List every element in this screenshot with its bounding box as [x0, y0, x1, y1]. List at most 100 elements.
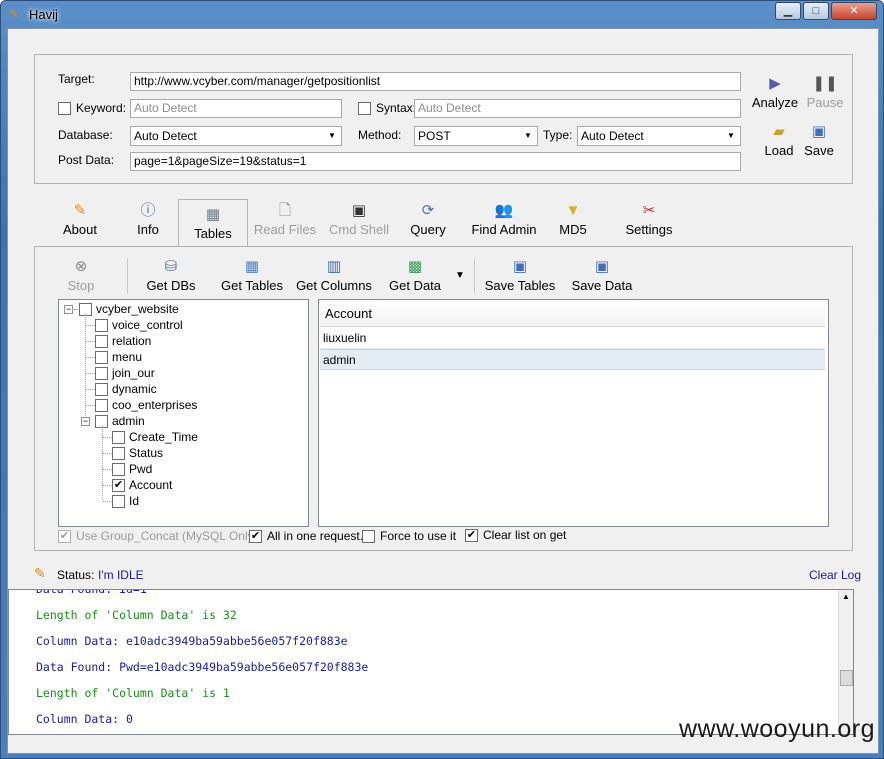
data-grid[interactable]: Account liuxuelin admin — [318, 299, 829, 527]
tree-checkbox[interactable]: ✔ — [112, 479, 125, 493]
grid-header-account[interactable]: Account — [320, 301, 825, 327]
tree-checkbox[interactable] — [95, 399, 108, 413]
target-input[interactable]: http://www.vcyber.com/manager/getpositio… — [130, 72, 741, 91]
tree-line — [86, 325, 95, 326]
postdata-label: Post Data: — [58, 153, 115, 167]
postdata-input[interactable]: page=1&pageSize=19&status=1 — [130, 152, 741, 171]
type-select[interactable]: Auto Detect ▼ — [577, 126, 741, 146]
tree-checkbox[interactable] — [95, 335, 108, 349]
method-select[interactable]: POST ▼ — [414, 126, 538, 146]
method-value: POST — [418, 129, 451, 143]
tree-root-db[interactable]: vcyber_website — [79, 302, 179, 317]
get-tables-button[interactable]: ▦ Get Tables — [215, 258, 289, 293]
tree-table-item[interactable]: coo_enterprises — [95, 398, 197, 413]
tab-info[interactable]: ⓘ Info — [128, 202, 168, 237]
tree-column-item[interactable]: Status — [112, 446, 163, 461]
table-icon: ▦ — [244, 258, 260, 275]
tree-table-item[interactable]: voice_control — [95, 318, 183, 333]
table-row[interactable]: liuxuelin — [320, 328, 825, 349]
collapse-icon[interactable]: − — [64, 305, 73, 314]
tree-checkbox[interactable] — [95, 351, 108, 365]
database-value: Auto Detect — [134, 129, 197, 143]
tree-checkbox[interactable] — [112, 431, 125, 445]
clear-list-checkbox[interactable]: ✔ — [465, 529, 478, 542]
group-concat-checkbox[interactable]: ✔ — [58, 530, 71, 543]
syntax-input[interactable]: Auto Detect — [414, 99, 741, 118]
database-select[interactable]: Auto Detect ▼ — [130, 126, 342, 146]
tree-line — [86, 357, 95, 358]
folder-open-icon: ▰ — [773, 123, 785, 140]
tree-table-item[interactable]: join_our — [95, 366, 155, 381]
tree-line — [86, 405, 95, 406]
chevron-down-icon: ▼ — [524, 131, 532, 140]
tab-cmd-shell[interactable]: ▣ Cmd Shell — [326, 202, 392, 237]
tab-find-admin[interactable]: 👥 Find Admin — [468, 202, 540, 237]
syntax-label: Syntax: — [376, 101, 417, 115]
tree-checkbox[interactable] — [112, 447, 125, 461]
tab-md5[interactable]: ▼ MD5 — [553, 202, 593, 237]
method-label: Method: — [358, 128, 402, 142]
tree-column-item[interactable]: Pwd — [112, 462, 152, 477]
minimize-button[interactable]: ▁ — [775, 2, 801, 20]
save-tables-button[interactable]: ▣ Save Tables — [483, 258, 557, 293]
stop-icon: ⊗ — [74, 258, 88, 275]
stop-button[interactable]: ⊗ Stop — [55, 258, 107, 293]
watermark-text: www.wooyun.org — [679, 715, 875, 743]
tab-about[interactable]: ✎ About — [52, 202, 108, 237]
load-button[interactable]: ▰ Load — [755, 123, 803, 158]
app-window: ✎ Havij ▁ □ ✕ Target: http://www.vcyber.… — [0, 0, 884, 759]
tree-checkbox[interactable] — [112, 463, 125, 477]
close-button[interactable]: ✕ — [831, 2, 877, 20]
carrot-icon: ✎ — [73, 202, 87, 219]
all-in-one-checkbox[interactable]: ✔ — [249, 530, 262, 543]
tree-table-item[interactable]: dynamic — [95, 382, 157, 397]
get-data-button[interactable]: ▩ Get Data — [383, 258, 447, 293]
scroll-thumb[interactable] — [840, 670, 853, 686]
title-bar[interactable]: ✎ Havij ▁ □ ✕ — [1, 1, 883, 27]
log-line: Length of 'Column Data' is 32 — [36, 608, 237, 622]
tree-checkbox[interactable] — [95, 319, 108, 333]
force-label: Force to use it — [380, 529, 457, 543]
table-row-selected[interactable]: admin — [320, 349, 825, 370]
keyword-checkbox[interactable] — [58, 102, 71, 115]
collapse-icon[interactable]: − — [81, 417, 90, 426]
maximize-button[interactable]: □ — [803, 2, 829, 20]
clear-log-link[interactable]: Clear Log — [809, 568, 861, 582]
log-scrollbar[interactable]: ▲ — [838, 590, 853, 734]
status-label: Status: — [57, 568, 95, 582]
tree-table-item[interactable]: menu — [95, 350, 142, 365]
log-panel[interactable]: Data Found: Id=1 Length of 'Column Data' … — [8, 589, 854, 735]
pause-button[interactable]: ❚❚ Pause — [805, 75, 845, 110]
database-tree[interactable]: − vcyber_website voice_control relation me… — [58, 299, 309, 527]
info-icon: ⓘ — [140, 202, 156, 219]
get-data-dropdown-icon[interactable]: ▼ — [455, 270, 465, 281]
table-icon: ▦ — [205, 206, 221, 223]
get-columns-button[interactable]: ▥ Get Columns — [293, 258, 375, 293]
syntax-checkbox[interactable] — [358, 102, 371, 115]
tab-tables[interactable]: ▦ Tables — [178, 206, 248, 241]
tree-line — [103, 469, 112, 470]
floppy-icon: ▣ — [594, 258, 610, 275]
client-area: Target: http://www.vcyber.com/manager/ge… — [7, 28, 879, 754]
funnel-icon: ▼ — [565, 202, 581, 219]
tab-query[interactable]: ⟳ Query — [406, 202, 450, 237]
tree-column-item[interactable]: Id — [112, 494, 139, 509]
window-title: Havij — [29, 7, 58, 22]
keyword-input[interactable]: Auto Detect — [130, 99, 342, 118]
get-dbs-button[interactable]: ⛁ Get DBs — [141, 258, 201, 293]
scroll-up-icon[interactable]: ▲ — [842, 592, 850, 601]
tree-table-item[interactable]: relation — [95, 334, 151, 349]
analyze-button[interactable]: ▶ Analyze — [751, 75, 799, 110]
save-data-button[interactable]: ▣ Save Data — [569, 258, 635, 293]
tree-checkbox[interactable] — [95, 383, 108, 397]
save-button[interactable]: ▣ Save — [799, 123, 839, 158]
tree-checkbox[interactable] — [112, 495, 125, 509]
tab-settings[interactable]: ✂ Settings — [620, 202, 678, 237]
clear-list-label: Clear list on get — [483, 528, 567, 542]
floppy-icon: ▣ — [811, 123, 827, 140]
force-checkbox[interactable] — [362, 530, 375, 543]
tree-column-item[interactable]: ✔ Account — [112, 478, 172, 493]
tab-read-files[interactable]: 🗋 Read Files — [250, 202, 320, 237]
tree-checkbox[interactable] — [95, 367, 108, 381]
tree-column-item[interactable]: Create_Time — [112, 430, 198, 445]
